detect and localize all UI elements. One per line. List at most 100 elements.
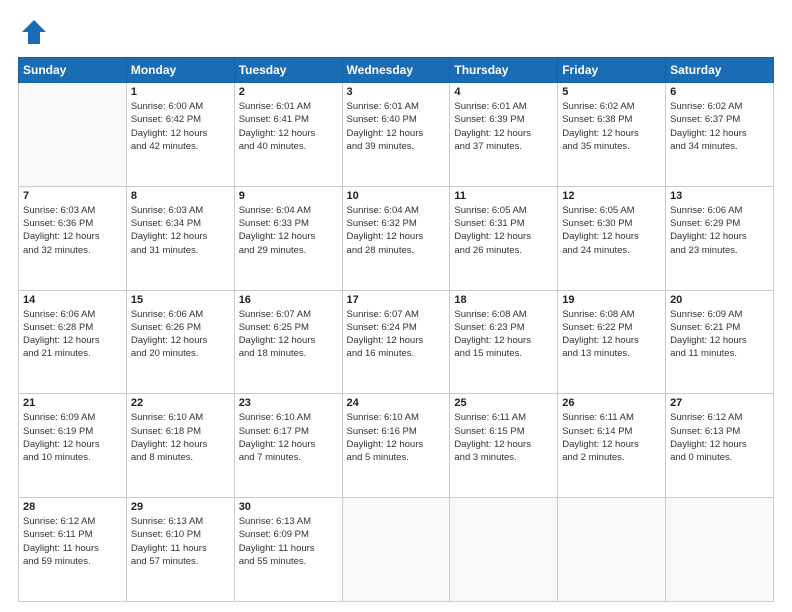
- day-number: 19: [562, 294, 661, 306]
- calendar-cell: 28 Sunrise: 6:12 AM Sunset: 6:11 PM Dayli…: [19, 498, 127, 602]
- calendar-week-5: 28 Sunrise: 6:12 AM Sunset: 6:11 PM Dayli…: [19, 498, 774, 602]
- day-info: Sunrise: 6:01 AM Sunset: 6:41 PM Dayligh…: [239, 100, 338, 153]
- day-info: Sunrise: 6:13 AM Sunset: 6:10 PM Dayligh…: [131, 515, 230, 568]
- calendar-week-1: 1 Sunrise: 6:00 AM Sunset: 6:42 PM Daylig…: [19, 83, 774, 187]
- day-info: Sunrise: 6:04 AM Sunset: 6:32 PM Dayligh…: [347, 204, 446, 257]
- day-info: Sunrise: 6:12 AM Sunset: 6:13 PM Dayligh…: [670, 411, 769, 464]
- day-info: Sunrise: 6:07 AM Sunset: 6:24 PM Dayligh…: [347, 308, 446, 361]
- day-number: 30: [239, 501, 338, 513]
- calendar-cell: 26Sunrise: 6:11 AM Sunset: 6:14 PM Dayli…: [558, 394, 666, 498]
- day-number: 1: [131, 86, 230, 98]
- day-info: Sunrise: 6:01 AM Sunset: 6:40 PM Dayligh…: [347, 100, 446, 153]
- calendar-cell: 25Sunrise: 6:11 AM Sunset: 6:15 PM Dayli…: [450, 394, 558, 498]
- day-number: 9: [239, 190, 338, 202]
- day-number: 27: [670, 397, 769, 409]
- day-info: Sunrise: 6:08 AM Sunset: 6:22 PM Dayligh…: [562, 308, 661, 361]
- day-info: Sunrise: 6:02 AM Sunset: 6:38 PM Dayligh…: [562, 100, 661, 153]
- day-info: Sunrise: 6:03 AM Sunset: 6:36 PM Dayligh…: [23, 204, 122, 257]
- calendar-cell: 22Sunrise: 6:10 AM Sunset: 6:18 PM Dayli…: [126, 394, 234, 498]
- calendar-cell: 20Sunrise: 6:09 AM Sunset: 6:21 PM Dayli…: [666, 290, 774, 394]
- day-info: Sunrise: 6:02 AM Sunset: 6:37 PM Dayligh…: [670, 100, 769, 153]
- calendar-table: SundayMondayTuesdayWednesdayThursdayFrid…: [18, 57, 774, 602]
- calendar-cell: 5 Sunrise: 6:02 AM Sunset: 6:38 PM Daylig…: [558, 83, 666, 187]
- day-header-thursday: Thursday: [450, 58, 558, 83]
- day-number: 18: [454, 294, 553, 306]
- calendar-cell: 17Sunrise: 6:07 AM Sunset: 6:24 PM Dayli…: [342, 290, 450, 394]
- calendar-cell: [342, 498, 450, 602]
- calendar-cell: 19 Sunrise: 6:08 AM Sunset: 6:22 PM Dayli…: [558, 290, 666, 394]
- day-info: Sunrise: 6:11 AM Sunset: 6:15 PM Dayligh…: [454, 411, 553, 464]
- calendar-week-2: 7 Sunrise: 6:03 AM Sunset: 6:36 PM Daylig…: [19, 186, 774, 290]
- calendar-cell: 12 Sunrise: 6:05 AM Sunset: 6:30 PM Dayli…: [558, 186, 666, 290]
- calendar-cell: 23 Sunrise: 6:10 AM Sunset: 6:17 PM Dayli…: [234, 394, 342, 498]
- day-number: 4: [454, 86, 553, 98]
- day-number: 3: [347, 86, 446, 98]
- calendar-cell: 8 Sunrise: 6:03 AM Sunset: 6:34 PM Daylig…: [126, 186, 234, 290]
- logo: [18, 18, 48, 47]
- day-number: 28: [23, 501, 122, 513]
- calendar-cell: [666, 498, 774, 602]
- day-info: Sunrise: 6:08 AM Sunset: 6:23 PM Dayligh…: [454, 308, 553, 361]
- day-info: Sunrise: 6:10 AM Sunset: 6:17 PM Dayligh…: [239, 411, 338, 464]
- calendar-cell: 2Sunrise: 6:01 AM Sunset: 6:41 PM Daylig…: [234, 83, 342, 187]
- day-info: Sunrise: 6:00 AM Sunset: 6:42 PM Dayligh…: [131, 100, 230, 153]
- day-number: 6: [670, 86, 769, 98]
- day-info: Sunrise: 6:10 AM Sunset: 6:16 PM Dayligh…: [347, 411, 446, 464]
- page: SundayMondayTuesdayWednesdayThursdayFrid…: [0, 0, 792, 612]
- calendar-cell: 9 Sunrise: 6:04 AM Sunset: 6:33 PM Daylig…: [234, 186, 342, 290]
- day-number: 13: [670, 190, 769, 202]
- day-number: 12: [562, 190, 661, 202]
- calendar-cell: [558, 498, 666, 602]
- calendar-cell: 6 Sunrise: 6:02 AM Sunset: 6:37 PM Daylig…: [666, 83, 774, 187]
- calendar-cell: 15 Sunrise: 6:06 AM Sunset: 6:26 PM Dayli…: [126, 290, 234, 394]
- calendar-cell: 4 Sunrise: 6:01 AM Sunset: 6:39 PM Daylig…: [450, 83, 558, 187]
- day-number: 14: [23, 294, 122, 306]
- logo-icon: [20, 18, 48, 46]
- calendar-cell: 1 Sunrise: 6:00 AM Sunset: 6:42 PM Daylig…: [126, 83, 234, 187]
- header: [18, 18, 774, 47]
- day-info: Sunrise: 6:13 AM Sunset: 6:09 PM Dayligh…: [239, 515, 338, 568]
- day-number: 11: [454, 190, 553, 202]
- day-number: 29: [131, 501, 230, 513]
- calendar-cell: 18 Sunrise: 6:08 AM Sunset: 6:23 PM Dayli…: [450, 290, 558, 394]
- day-info: Sunrise: 6:03 AM Sunset: 6:34 PM Dayligh…: [131, 204, 230, 257]
- calendar-cell: 27 Sunrise: 6:12 AM Sunset: 6:13 PM Dayli…: [666, 394, 774, 498]
- day-header-saturday: Saturday: [666, 58, 774, 83]
- day-header-friday: Friday: [558, 58, 666, 83]
- day-info: Sunrise: 6:11 AM Sunset: 6:14 PM Dayligh…: [562, 411, 661, 464]
- day-info: Sunrise: 6:07 AM Sunset: 6:25 PM Dayligh…: [239, 308, 338, 361]
- day-info: Sunrise: 6:09 AM Sunset: 6:19 PM Dayligh…: [23, 411, 122, 464]
- day-number: 10: [347, 190, 446, 202]
- calendar-cell: 14 Sunrise: 6:06 AM Sunset: 6:28 PM Dayli…: [19, 290, 127, 394]
- day-info: Sunrise: 6:06 AM Sunset: 6:28 PM Dayligh…: [23, 308, 122, 361]
- calendar-cell: 10 Sunrise: 6:04 AM Sunset: 6:32 PM Dayli…: [342, 186, 450, 290]
- day-number: 22: [131, 397, 230, 409]
- day-number: 15: [131, 294, 230, 306]
- day-info: Sunrise: 6:01 AM Sunset: 6:39 PM Dayligh…: [454, 100, 553, 153]
- day-number: 21: [23, 397, 122, 409]
- day-number: 23: [239, 397, 338, 409]
- day-header-wednesday: Wednesday: [342, 58, 450, 83]
- calendar-cell: 29 Sunrise: 6:13 AM Sunset: 6:10 PM Dayli…: [126, 498, 234, 602]
- day-number: 8: [131, 190, 230, 202]
- day-header-tuesday: Tuesday: [234, 58, 342, 83]
- day-info: Sunrise: 6:09 AM Sunset: 6:21 PM Dayligh…: [670, 308, 769, 361]
- day-number: 16: [239, 294, 338, 306]
- day-info: Sunrise: 6:05 AM Sunset: 6:30 PM Dayligh…: [562, 204, 661, 257]
- day-number: 24: [347, 397, 446, 409]
- day-number: 7: [23, 190, 122, 202]
- calendar-cell: 24 Sunrise: 6:10 AM Sunset: 6:16 PM Dayli…: [342, 394, 450, 498]
- day-info: Sunrise: 6:04 AM Sunset: 6:33 PM Dayligh…: [239, 204, 338, 257]
- logo-text: [18, 18, 48, 51]
- day-info: Sunrise: 6:12 AM Sunset: 6:11 PM Dayligh…: [23, 515, 122, 568]
- day-number: 5: [562, 86, 661, 98]
- calendar-cell: 13Sunrise: 6:06 AM Sunset: 6:29 PM Dayli…: [666, 186, 774, 290]
- day-info: Sunrise: 6:06 AM Sunset: 6:26 PM Dayligh…: [131, 308, 230, 361]
- calendar-header-row: SundayMondayTuesdayWednesdayThursdayFrid…: [19, 58, 774, 83]
- calendar-cell: 11Sunrise: 6:05 AM Sunset: 6:31 PM Dayli…: [450, 186, 558, 290]
- calendar-cell: 30 Sunrise: 6:13 AM Sunset: 6:09 PM Dayli…: [234, 498, 342, 602]
- day-header-monday: Monday: [126, 58, 234, 83]
- calendar-cell: 3 Sunrise: 6:01 AM Sunset: 6:40 PM Daylig…: [342, 83, 450, 187]
- calendar-cell: 7 Sunrise: 6:03 AM Sunset: 6:36 PM Daylig…: [19, 186, 127, 290]
- calendar-cell: [19, 83, 127, 187]
